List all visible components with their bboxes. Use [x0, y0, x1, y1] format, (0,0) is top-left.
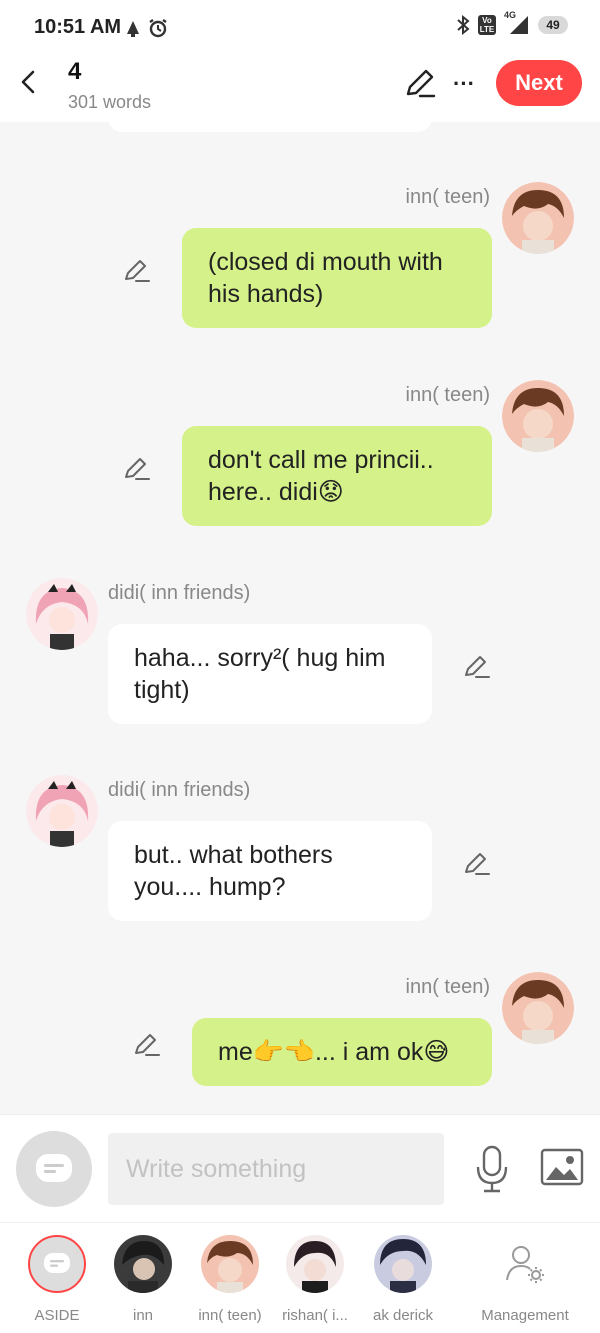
character-label: ak derick [372, 1307, 434, 1324]
message-bubble[interactable]: me👉👈... i am ok😅 [192, 1018, 492, 1086]
character-inn[interactable]: inn [98, 1235, 188, 1324]
chapter-title: 4 [68, 58, 82, 85]
aside-toggle-button[interactable] [16, 1131, 92, 1207]
chevron-left-icon [21, 70, 35, 94]
previous-message-bubble[interactable] [108, 122, 432, 132]
pencil-icon [125, 260, 150, 282]
alarm-icon [149, 19, 167, 38]
message-text-line: but.. what bothers [134, 841, 333, 869]
aside-icon [36, 1154, 72, 1182]
more-options-button[interactable]: ··· [446, 66, 482, 102]
message-input[interactable] [108, 1133, 444, 1205]
character-label: inn( teen) [198, 1307, 262, 1324]
voice-input-button[interactable] [474, 1145, 510, 1193]
insert-image-button[interactable] [540, 1147, 584, 1187]
avatar[interactable] [26, 775, 98, 847]
character-label: inn [132, 1307, 154, 1324]
management-icon-wrap [496, 1235, 554, 1293]
battery-indicator: 49 [538, 16, 568, 34]
user-settings-icon [506, 1246, 544, 1283]
character-name: inn( teen) [405, 186, 491, 208]
management-button[interactable]: Management [470, 1235, 580, 1324]
notification-icon [127, 21, 139, 37]
character-aside[interactable]: ASIDE [12, 1235, 102, 1324]
aside-icon [44, 1253, 70, 1273]
status-icons-left [124, 18, 168, 38]
composer [0, 1114, 600, 1222]
avatar [286, 1235, 344, 1293]
avatar[interactable] [502, 182, 574, 254]
character-name: inn( teen) [405, 384, 491, 406]
character-name: inn( teen) [405, 976, 491, 998]
status-time: 10:51 AM [34, 16, 122, 38]
bluetooth-icon [457, 15, 470, 35]
back-button[interactable] [12, 64, 44, 100]
edit-message-button[interactable] [122, 454, 152, 484]
chat-area[interactable]: inn( teen) (closed di mouth with his han… [0, 122, 600, 1114]
status-bar: 10:51 AM Vo LTE 4G 49 [0, 0, 600, 56]
character-ak-derick[interactable]: ak derick [358, 1235, 448, 1324]
edit-title-button[interactable] [402, 66, 438, 102]
message-text-line: (closed di mouth with [208, 248, 443, 276]
avatar [201, 1235, 259, 1293]
message-text-line: his hands) [208, 280, 324, 308]
aside-avatar [28, 1235, 86, 1293]
avatar[interactable] [502, 972, 574, 1044]
microphone-icon [476, 1145, 508, 1193]
character-name: didi( inn friends) [108, 779, 251, 801]
image-icon [540, 1148, 584, 1186]
edit-message-button[interactable] [462, 849, 492, 879]
pencil-icon [125, 458, 150, 480]
message-bubble[interactable]: (closed di mouth with his hands) [182, 228, 492, 328]
signal-icon: 4G [504, 10, 530, 36]
message-text-line: tight) [134, 676, 190, 704]
next-button[interactable]: Next [496, 60, 582, 106]
avatar[interactable] [26, 578, 98, 650]
pencil-icon [406, 69, 436, 98]
message-text-line: don't call me princii.. [208, 446, 434, 474]
pencil-icon [135, 1034, 160, 1056]
message-text-line: haha... sorry²( hug him [134, 644, 386, 672]
character-label: rishan( i... [282, 1307, 348, 1324]
character-name: didi( inn friends) [108, 582, 251, 604]
avatar [114, 1235, 172, 1293]
character-label: ASIDE [34, 1307, 80, 1324]
message-text-line: you.... hump? [134, 873, 286, 901]
avatar [374, 1235, 432, 1293]
pencil-icon [465, 853, 490, 875]
message-bubble[interactable]: but.. what bothers you.... hump? [108, 821, 432, 921]
status-icons-right: Vo LTE 4G 49 [456, 10, 568, 36]
word-count: 301 words [68, 92, 152, 112]
avatar[interactable] [502, 380, 574, 452]
character-inn-teen[interactable]: inn( teen) [185, 1235, 275, 1324]
message-bubble[interactable]: don't call me princii.. here.. didi😟 [182, 426, 492, 526]
editor-header: 4 301 words ··· Next [0, 56, 600, 122]
edit-message-button[interactable] [462, 652, 492, 682]
volte-icon: Vo LTE [478, 15, 496, 35]
message-text-line: me👉👈... i am ok😅 [218, 1038, 450, 1066]
message-bubble[interactable]: haha... sorry²( hug him tight) [108, 624, 432, 724]
pencil-icon [465, 656, 490, 678]
edit-message-button[interactable] [132, 1030, 162, 1060]
edit-message-button[interactable] [122, 256, 152, 286]
character-bar: ASIDE inn inn( teen) rishan( i... ak der… [0, 1222, 600, 1333]
character-label: Management [481, 1307, 569, 1324]
character-rishan[interactable]: rishan( i... [270, 1235, 360, 1324]
message-text-line: here.. didi😟 [208, 478, 344, 506]
